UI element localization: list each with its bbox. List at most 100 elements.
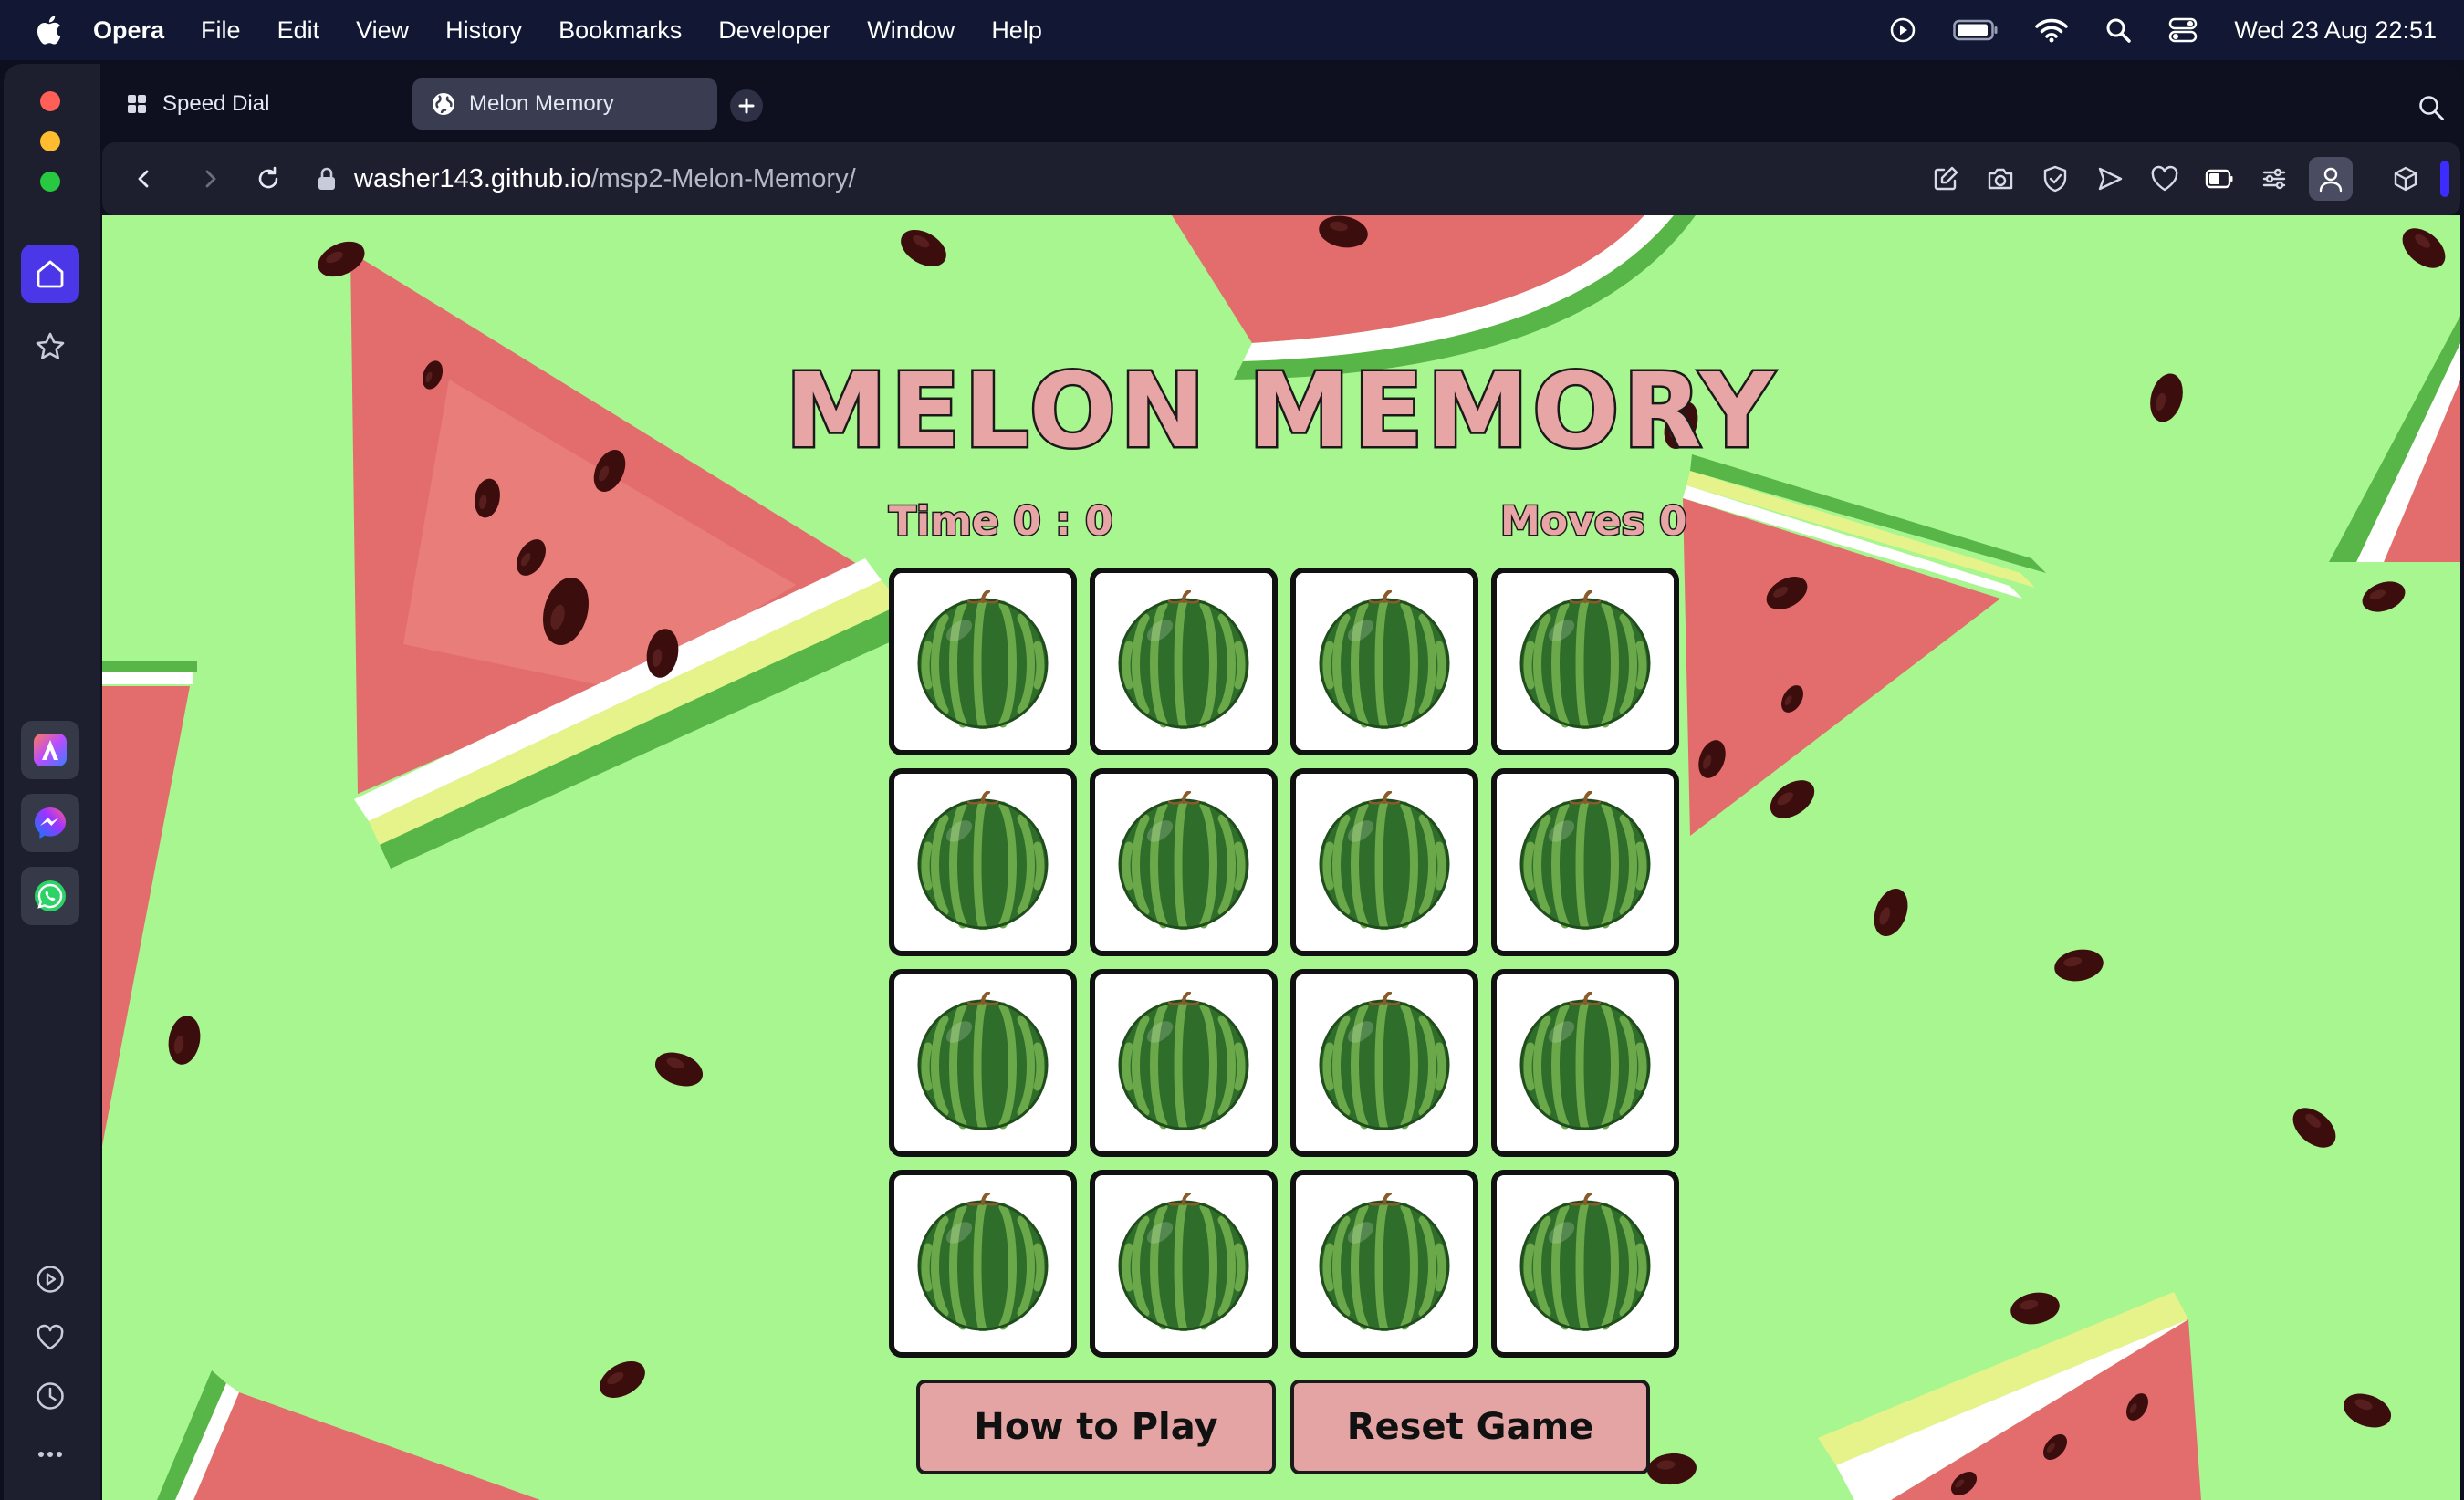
memory-card[interactable]	[1090, 1170, 1278, 1358]
watermelon-icon	[1317, 1191, 1452, 1336]
memory-card[interactable]	[1491, 1170, 1679, 1358]
memory-card[interactable]	[1090, 568, 1278, 755]
menubar-clock[interactable]: Wed 23 Aug 22:51	[2234, 16, 2437, 45]
time-counter: Time 0 : 0	[888, 497, 1115, 547]
memory-card[interactable]	[1290, 969, 1478, 1157]
menu-history[interactable]: History	[445, 16, 522, 45]
reload-icon	[258, 166, 278, 189]
memory-card[interactable]	[1491, 969, 1679, 1157]
sidebar-player-button[interactable]	[21, 1250, 79, 1308]
watermelon-icon	[1317, 589, 1452, 734]
messenger-icon	[35, 807, 66, 839]
lock-icon[interactable]	[308, 161, 345, 197]
memory-card[interactable]	[1290, 1170, 1478, 1358]
menu-help[interactable]: Help	[991, 16, 1042, 45]
menu-bookmarks[interactable]: Bookmarks	[559, 16, 682, 45]
watermelon-icon	[915, 589, 1050, 734]
search-icon	[2419, 96, 2444, 120]
memory-card[interactable]	[889, 768, 1077, 956]
memory-card[interactable]	[1290, 768, 1478, 956]
game-title: MELON MEMORY	[783, 350, 1778, 474]
send-button[interactable]	[2092, 161, 2128, 197]
menu-file[interactable]: File	[201, 16, 241, 45]
opera-sidebar	[4, 64, 100, 1500]
sidebar-aria-button[interactable]	[21, 721, 79, 779]
tab-melon-memory[interactable]: Melon Memory	[412, 78, 717, 130]
sidebar-home-button[interactable]	[21, 245, 79, 303]
watermelon-slice-art	[157, 1370, 540, 1500]
spotlight-search-icon[interactable]	[2104, 16, 2132, 44]
window-minimize-button[interactable]	[40, 131, 60, 151]
sidebar-history-button[interactable]	[21, 1367, 79, 1425]
wifi-icon[interactable]	[2035, 17, 2069, 43]
watermelon-icon	[915, 990, 1050, 1135]
battery-saver-icon	[2205, 169, 2233, 189]
camera-icon	[1988, 168, 2013, 190]
watermelon-icon	[1116, 990, 1251, 1135]
memory-card[interactable]	[1090, 969, 1278, 1157]
reload-button[interactable]	[250, 161, 287, 197]
browser-window: Speed Dial Melon Memory washer143.github…	[4, 64, 2460, 1500]
menu-edit[interactable]: Edit	[277, 16, 320, 45]
memory-card[interactable]	[889, 568, 1077, 755]
tab-bar: Speed Dial Melon Memory	[100, 64, 2460, 146]
address-bar: washer143.github.io/msp2-Melon-Memory/	[102, 142, 2460, 215]
watermelon-slice-art	[1683, 454, 2046, 836]
easy-setup-button[interactable]	[1927, 161, 1964, 197]
menu-view[interactable]: View	[356, 16, 409, 45]
url-path: /msp2-Melon-Memory/	[590, 164, 856, 193]
battery-icon[interactable]	[1953, 18, 1999, 42]
extensions-button[interactable]	[2387, 161, 2424, 197]
menu-developer[interactable]: Developer	[718, 16, 830, 45]
back-arrow-icon	[138, 170, 149, 188]
user-icon	[2319, 167, 2343, 193]
window-close-button[interactable]	[40, 91, 60, 111]
tab-speed-dial[interactable]: Speed Dial	[106, 78, 398, 130]
media-play-icon[interactable]	[1889, 16, 1916, 44]
sidebar-panel-indicator	[2440, 161, 2449, 197]
snapshot-button[interactable]	[1982, 161, 2019, 197]
easy-settings-button[interactable]	[2256, 161, 2292, 197]
player-icon	[37, 1266, 64, 1293]
grid-icon	[124, 91, 150, 117]
memory-card[interactable]	[1491, 568, 1679, 755]
vpn-shield-button[interactable]	[2037, 161, 2073, 197]
pinboard-button[interactable]	[2146, 161, 2183, 197]
tab-label: Speed Dial	[162, 91, 270, 116]
window-zoom-button[interactable]	[40, 172, 60, 192]
watermelon-icon	[1116, 1191, 1251, 1336]
tab-search-button[interactable]	[2413, 89, 2449, 126]
watermelon-icon	[915, 1191, 1050, 1336]
back-button[interactable]	[126, 161, 162, 197]
sidebar-messenger-button[interactable]	[21, 794, 79, 852]
menu-app-name[interactable]: Opera	[93, 16, 164, 45]
memory-card[interactable]	[889, 1170, 1077, 1358]
profile-button[interactable]	[2309, 157, 2353, 201]
new-tab-button[interactable]	[730, 89, 763, 122]
forward-button[interactable]	[192, 161, 228, 197]
sidebar-bookmarks-button[interactable]	[21, 318, 79, 376]
watermelon-icon	[1518, 1191, 1653, 1336]
apple-icon[interactable]	[35, 15, 66, 46]
battery-saver-button[interactable]	[2201, 161, 2238, 197]
sidebar-whatsapp-button[interactable]	[21, 867, 79, 925]
sidebar-pinboards-button[interactable]	[21, 1308, 79, 1367]
menu-window[interactable]: Window	[867, 16, 955, 45]
memory-card[interactable]	[1090, 768, 1278, 956]
watermelon-slice-art	[1818, 1292, 2201, 1500]
watermelon-slice-art	[102, 661, 197, 1146]
heart-outline-icon	[2151, 165, 2178, 192]
memory-card[interactable]	[889, 969, 1077, 1157]
memory-card[interactable]	[1491, 768, 1679, 956]
sidebar-more-button[interactable]	[21, 1425, 79, 1484]
page-viewport: MELON MEMORY Time 0 : 0 Moves 0 How to P…	[102, 215, 2460, 1500]
memory-card[interactable]	[1290, 568, 1478, 755]
url-field[interactable]: washer143.github.io/msp2-Melon-Memory/	[354, 142, 856, 215]
edit-note-icon	[1934, 166, 1958, 191]
how-to-play-button[interactable]: How to Play	[916, 1380, 1276, 1474]
reset-game-button[interactable]: Reset Game	[1290, 1380, 1650, 1474]
control-center-icon[interactable]	[2168, 16, 2198, 44]
tab-label: Melon Memory	[469, 91, 614, 116]
watermelon-icon	[1116, 789, 1251, 934]
watermelon-slice-art	[350, 252, 922, 869]
